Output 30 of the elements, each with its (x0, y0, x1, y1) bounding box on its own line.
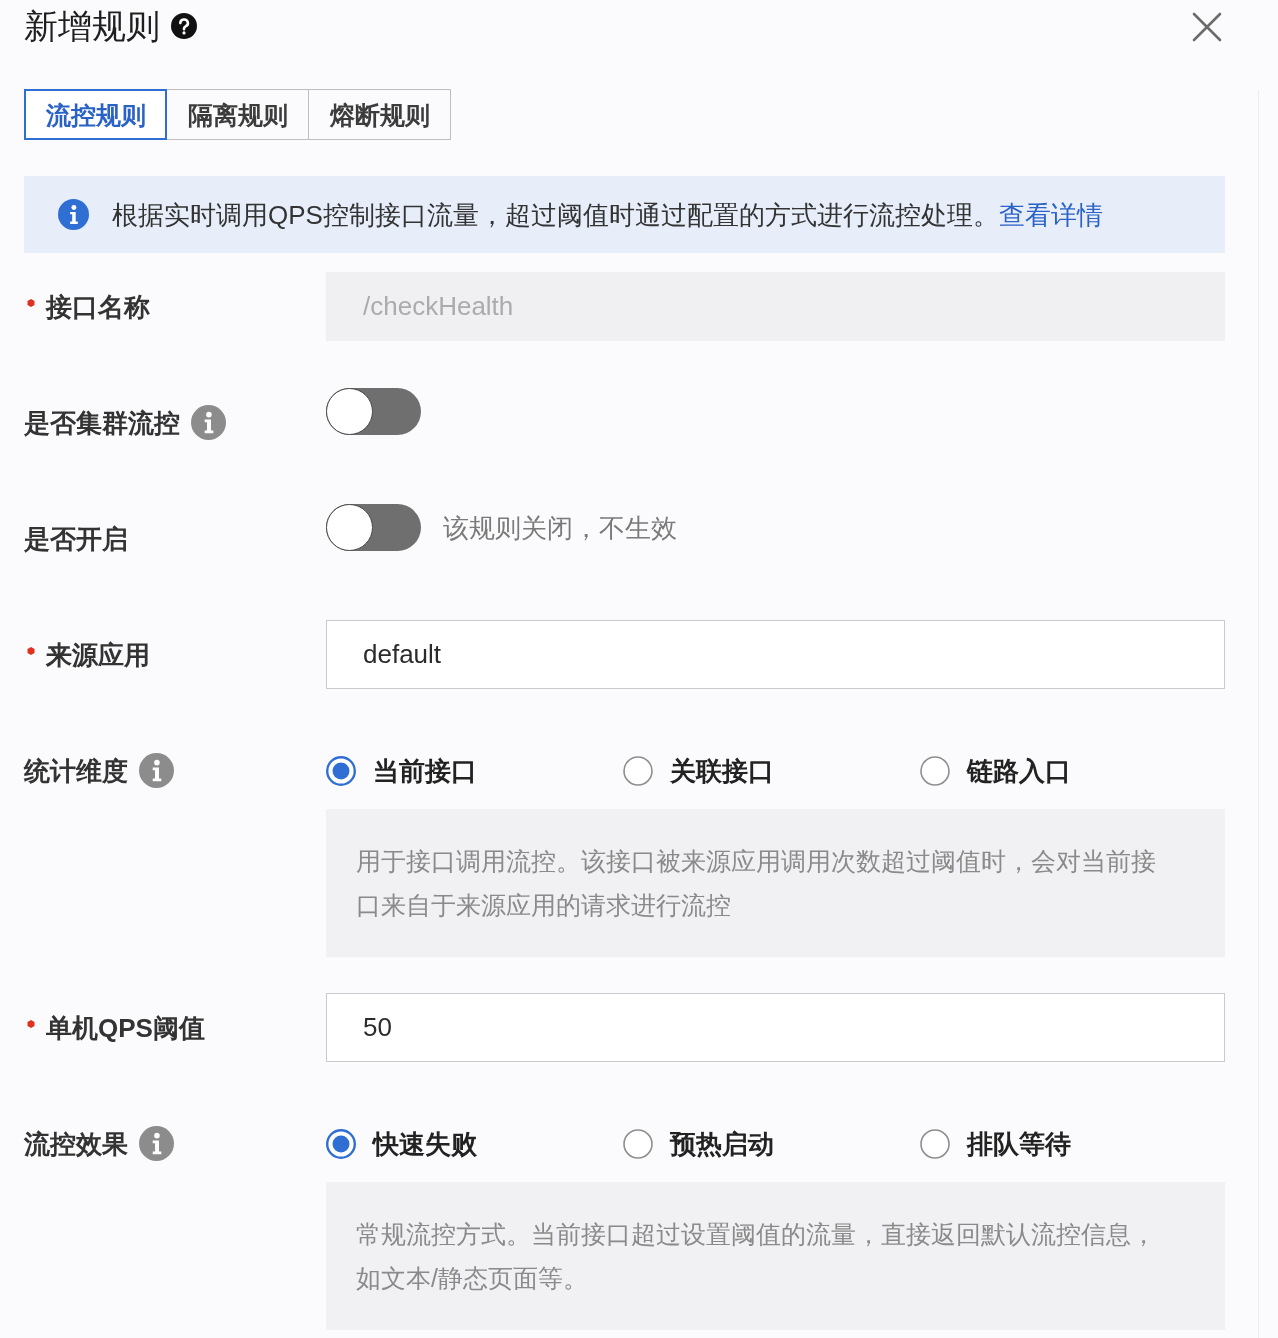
radio-option[interactable]: 当前接口 (326, 753, 623, 788)
switch-hint: 该规则关闭，不生效 (443, 512, 677, 545)
tab[interactable]: 流控规则 (24, 89, 167, 140)
details-link[interactable]: 查看详情 (998, 199, 1103, 230)
help-icon (171, 13, 197, 39)
field-label: 是否集群流控 (24, 406, 180, 440)
alert-message: 根据实时调用QPS控制接口流量，超过阈值时通过配置的方式进行流控处理。查看详情 (112, 198, 1103, 232)
toggle-switch[interactable] (326, 388, 421, 435)
field-label: 流控效果 (24, 1127, 128, 1161)
field-label: 单机QPS阈值 (46, 1011, 205, 1045)
field-label: 接口名称 (46, 290, 150, 324)
text-field[interactable]: 50 (326, 993, 1225, 1062)
radio-option[interactable]: 排队等待 (920, 1126, 1217, 1161)
close-button[interactable] (1192, 12, 1222, 42)
radio-option[interactable]: 预热启动 (623, 1126, 920, 1161)
radio-option[interactable]: 链路入口 (920, 753, 1217, 788)
description-panel: 常规流控方式。当前接口超过设置阈值的流量，直接返回默认流控信息，如文本/静态页面等。 (326, 1182, 1225, 1330)
close-icon (1192, 12, 1222, 42)
radio-option[interactable]: 快速失败 (326, 1126, 623, 1161)
radio-option[interactable]: 关联接口 (623, 753, 920, 788)
text-field[interactable]: default (326, 620, 1225, 689)
dialog-title: 新增规则 (24, 6, 160, 47)
field-label: 来源应用 (46, 638, 150, 672)
description-panel: 用于接口调用流控。该接口被来源应用调用次数超过阈值时，会对当前接口来自于来源应用的请求进行流控 (326, 809, 1225, 957)
info-icon (58, 199, 89, 230)
field-label: 是否开启 (24, 522, 128, 556)
toggle-switch[interactable] (326, 504, 421, 551)
field-label: 统计维度 (24, 754, 128, 788)
tab[interactable]: 熔断规则 (308, 89, 451, 140)
tab[interactable]: 隔离规则 (166, 89, 309, 140)
